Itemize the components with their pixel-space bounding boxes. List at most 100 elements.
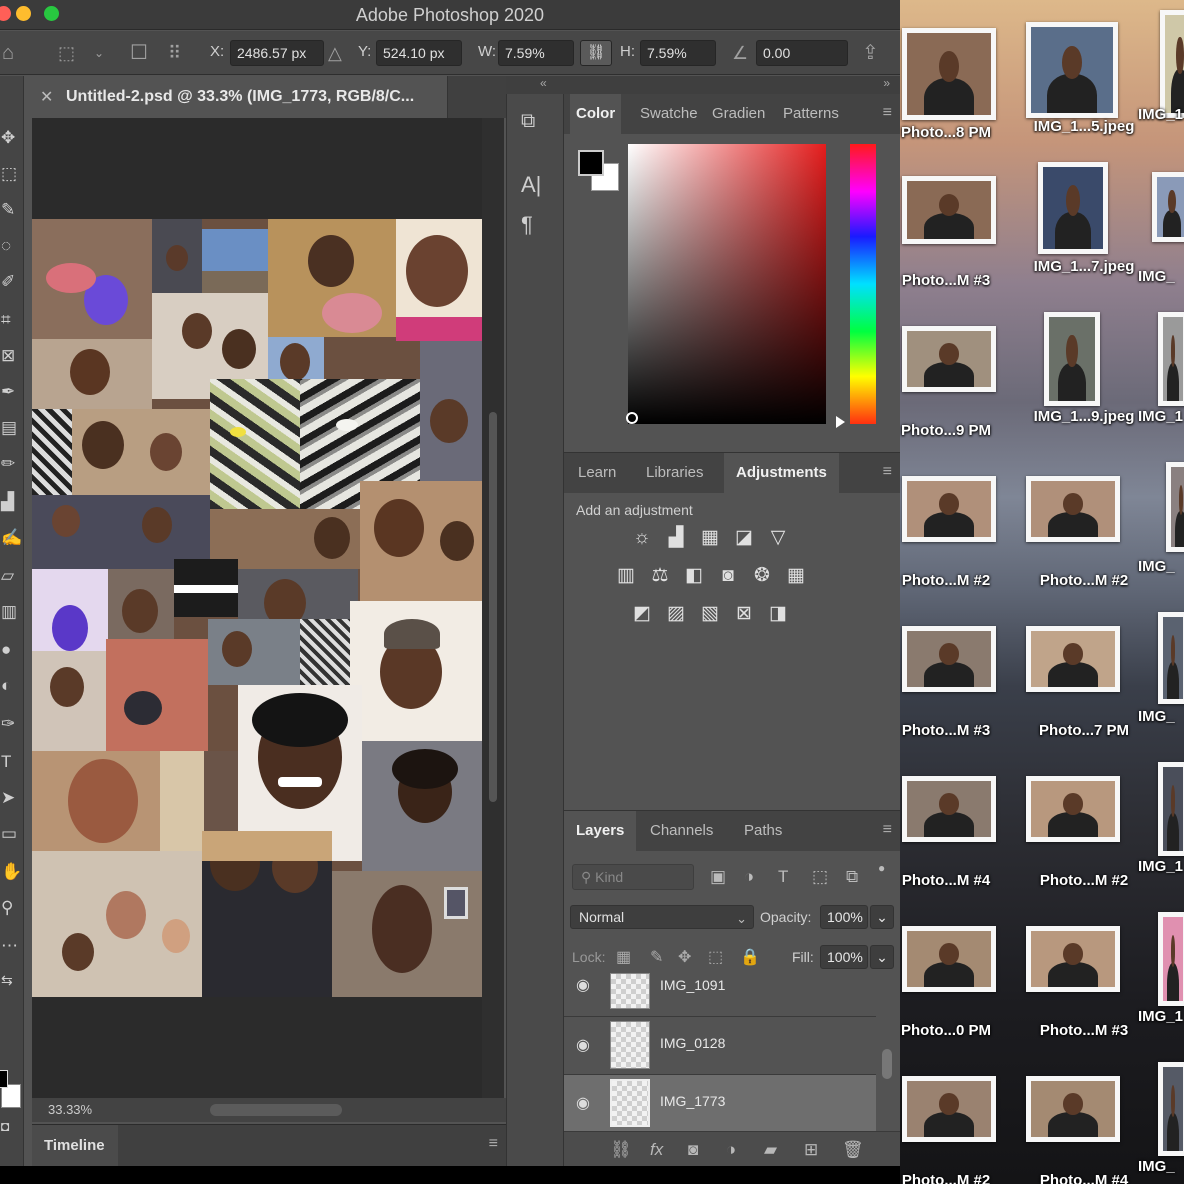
- desktop-file[interactable]: IMG_1: [1138, 10, 1184, 160]
- tab-gradients[interactable]: Gradien: [706, 94, 771, 134]
- photo-filter-icon[interactable]: ◙: [716, 565, 740, 587]
- layer-row-selected[interactable]: ◉ IMG_1773: [564, 1075, 876, 1133]
- layer-filter-kind[interactable]: ⚲ Kind: [572, 864, 694, 890]
- eye-icon[interactable]: ◉: [576, 1093, 590, 1113]
- y-position-field[interactable]: 524.10 px: [376, 40, 462, 66]
- new-group-icon[interactable]: ▰: [764, 1140, 777, 1160]
- timeline-menu-icon[interactable]: ≡: [489, 1135, 498, 1153]
- file-label[interactable]: Photo...M #2: [1010, 572, 1158, 589]
- layer-name[interactable]: IMG_1773: [660, 1093, 725, 1109]
- layer-name[interactable]: IMG_1091: [660, 977, 725, 993]
- color-balance-icon[interactable]: ⚖: [648, 565, 672, 587]
- tab-libraries[interactable]: Libraries: [640, 453, 710, 493]
- hue-saturation-icon[interactable]: ▥: [614, 565, 638, 587]
- tab-adjustments[interactable]: Adjustments: [724, 453, 839, 493]
- layers-scrollbar-thumb[interactable]: [882, 1049, 892, 1079]
- desktop-file[interactable]: IMG_: [1138, 612, 1184, 762]
- opacity-field[interactable]: 100%: [820, 905, 868, 929]
- file-label[interactable]: IMG_1: [1138, 408, 1184, 425]
- file-label[interactable]: IMG_: [1138, 708, 1184, 725]
- desktop-file[interactable]: Photo...M #2: [1022, 776, 1146, 926]
- desktop-file[interactable]: Photo...8 PM: [900, 28, 1022, 178]
- link-icon[interactable]: ⛓: [580, 40, 612, 66]
- file-label[interactable]: Photo...8 PM: [900, 124, 1020, 141]
- share-icon[interactable]: ⇪: [862, 41, 879, 65]
- tab-learn[interactable]: Learn: [572, 453, 622, 493]
- foreground-color-chip[interactable]: [578, 150, 604, 176]
- layer-name[interactable]: IMG_0128: [660, 1035, 725, 1051]
- file-label[interactable]: IMG_1: [1138, 106, 1184, 123]
- color-lookup-icon[interactable]: ▦: [784, 565, 808, 587]
- opacity-dropdown[interactable]: ⌄: [870, 905, 894, 929]
- vibrance-icon[interactable]: ▽: [766, 527, 790, 549]
- lasso-tool-icon[interactable]: ◌: [0, 232, 24, 260]
- desktop-file[interactable]: IMG_1: [1138, 312, 1184, 462]
- file-label[interactable]: IMG_1...7.jpeg: [1010, 258, 1158, 275]
- desktop-file[interactable]: Photo...9 PM: [900, 326, 1022, 476]
- brush-tool-icon[interactable]: ✏: [0, 450, 24, 478]
- reference-point-icon[interactable]: ⠿: [168, 41, 181, 65]
- file-label[interactable]: Photo...M #3: [900, 722, 1020, 739]
- eyedropper-tool-icon[interactable]: ✒: [0, 378, 24, 406]
- file-label[interactable]: Photo...M #2: [900, 572, 1020, 589]
- history-brush-tool-icon[interactable]: ✍: [0, 524, 24, 552]
- path-select-tool-icon[interactable]: ➤: [0, 784, 24, 812]
- tab-layers[interactable]: Layers: [564, 811, 637, 851]
- panel-menu-icon[interactable]: ≡: [883, 463, 892, 481]
- healing-brush-tool-icon[interactable]: ▤: [0, 414, 24, 442]
- color-picker-field[interactable]: [628, 144, 826, 424]
- eye-icon[interactable]: ◉: [576, 1035, 590, 1055]
- exposure-icon[interactable]: ◪: [732, 527, 756, 549]
- panel-menu-icon[interactable]: ≡: [883, 821, 892, 839]
- foreground-color-swatch[interactable]: [0, 1070, 8, 1088]
- file-label[interactable]: IMG_1...9.jpeg: [1010, 408, 1158, 425]
- zoom-level[interactable]: 33.33%: [48, 1102, 92, 1117]
- rotation-field[interactable]: 0.00: [756, 40, 848, 66]
- document-tab[interactable]: ✕ Untitled-2.psd @ 33.3% (IMG_1773, RGB/…: [32, 76, 448, 118]
- stamp-tool-icon[interactable]: ▟: [0, 488, 24, 516]
- file-label[interactable]: IMG_: [1138, 558, 1184, 575]
- tab-color[interactable]: Color: [570, 94, 622, 134]
- desktop-file[interactable]: Photo...M #2: [1022, 476, 1146, 626]
- tab-patterns[interactable]: Patterns: [777, 94, 845, 134]
- panel-menu-icon[interactable]: ≡: [883, 104, 892, 122]
- desktop-file[interactable]: Photo...M #4: [1022, 1076, 1146, 1184]
- desktop-file[interactable]: IMG_1...7.jpeg: [1022, 162, 1146, 312]
- quick-mask-icon[interactable]: ◘: [0, 1112, 24, 1140]
- marquee-tool-icon[interactable]: ⬚: [0, 160, 24, 188]
- file-label[interactable]: Photo...7 PM: [1010, 722, 1158, 739]
- gradient-tool-icon[interactable]: ▥: [0, 598, 24, 626]
- tab-channels[interactable]: Channels: [644, 811, 719, 851]
- file-label[interactable]: Photo...M #2: [1010, 872, 1158, 889]
- desktop-file[interactable]: IMG_: [1138, 462, 1184, 612]
- scrollbar-thumb[interactable]: [489, 412, 497, 802]
- file-label[interactable]: IMG_: [1138, 1158, 1184, 1175]
- horizontal-scrollbar-thumb[interactable]: [210, 1104, 342, 1116]
- add-mask-icon[interactable]: ◙: [688, 1140, 698, 1160]
- photo-collage-canvas[interactable]: [32, 219, 482, 997]
- new-adjustment-layer-icon[interactable]: ◑: [726, 1140, 736, 1160]
- more-tools-icon[interactable]: ⋯: [0, 932, 24, 960]
- dodge-tool-icon[interactable]: ◐: [0, 672, 24, 700]
- frame-tool-icon[interactable]: ⊠: [0, 342, 24, 370]
- channel-mixer-icon[interactable]: ❂: [750, 565, 774, 587]
- paragraph-icon[interactable]: ¶: [521, 212, 533, 238]
- gradient-map-icon[interactable]: ◨: [766, 603, 790, 625]
- 3d-icon[interactable]: ⧉: [521, 110, 535, 133]
- quick-select-tool-icon[interactable]: ✐: [0, 268, 24, 296]
- black-white-icon[interactable]: ◧: [682, 565, 706, 587]
- timeline-tab[interactable]: Timeline: [32, 1125, 118, 1166]
- desktop-file[interactable]: IMG_1...9.jpeg: [1022, 312, 1146, 462]
- file-label[interactable]: Photo...0 PM: [900, 1022, 1020, 1039]
- vertical-scrollbar[interactable]: [482, 118, 504, 1098]
- file-label[interactable]: IMG_1: [1138, 1008, 1184, 1025]
- selective-color-icon[interactable]: ⊠: [732, 603, 756, 625]
- file-label[interactable]: Photo...M #3: [1010, 1022, 1158, 1039]
- posterize-icon[interactable]: ▨: [664, 603, 688, 625]
- file-label[interactable]: Photo...M #4: [900, 872, 1020, 889]
- checkbox-icon[interactable]: ☐: [130, 41, 148, 65]
- file-label[interactable]: Photo...M #2: [900, 1172, 1020, 1184]
- layer-row[interactable]: ◉ IMG_1091: [564, 959, 876, 1017]
- swap-colors-icon[interactable]: ⇆: [0, 966, 24, 994]
- curves-icon[interactable]: ▦: [698, 527, 722, 549]
